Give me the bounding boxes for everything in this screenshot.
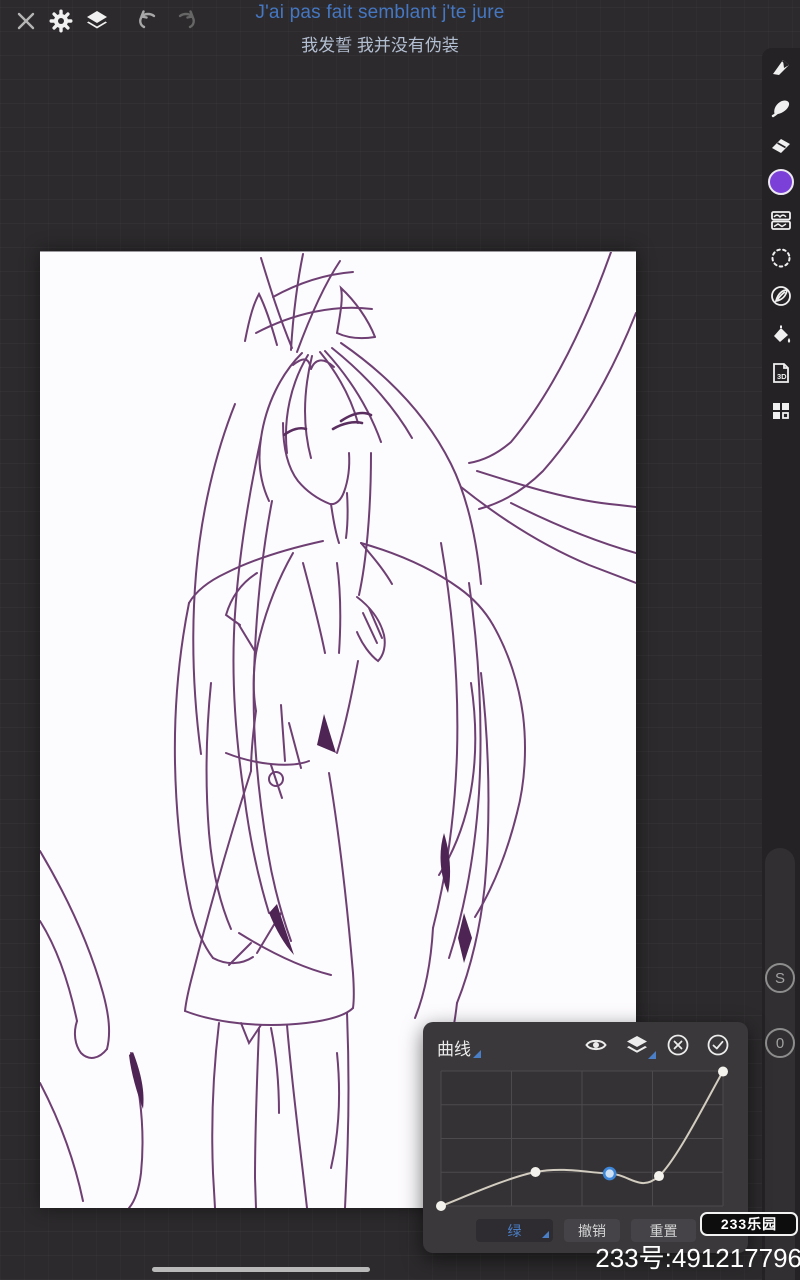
stabilizer-button[interactable]: S bbox=[765, 963, 795, 993]
opacity-label: 0 bbox=[775, 1034, 785, 1052]
3d-tool[interactable]: 3D bbox=[762, 358, 800, 388]
stabilizer-label: S bbox=[774, 969, 785, 987]
layer-dropdown-icon bbox=[648, 1051, 656, 1059]
curve-graph[interactable] bbox=[436, 1066, 728, 1211]
opacity-button[interactable]: 0 bbox=[765, 1028, 795, 1058]
confirm-icon[interactable] bbox=[706, 1033, 730, 1057]
layer-target-icon[interactable] bbox=[625, 1033, 649, 1057]
watermark-badge: 233乐园 bbox=[700, 1212, 798, 1236]
channel-label: 绿 bbox=[507, 1222, 522, 1239]
vector-tool[interactable] bbox=[762, 281, 800, 311]
lasso-tool[interactable] bbox=[762, 243, 800, 273]
curve-point[interactable] bbox=[718, 1066, 728, 1077]
adjustments-tool[interactable] bbox=[762, 205, 800, 235]
watermark-id-text: 233号:491217796 bbox=[595, 1243, 800, 1273]
curves-panel-title[interactable]: 曲线 bbox=[437, 1035, 471, 1060]
song-title-french: J'ai pas fait semblant j'te jure bbox=[255, 2, 505, 23]
brush-tool[interactable] bbox=[762, 53, 800, 83]
fill-bucket-tool[interactable] bbox=[762, 320, 800, 350]
channel-select-button[interactable]: 绿 bbox=[476, 1219, 553, 1242]
curves-title-dropdown-icon bbox=[473, 1050, 481, 1058]
curve-point-selected[interactable] bbox=[602, 1166, 617, 1181]
home-indicator[interactable] bbox=[152, 1267, 370, 1272]
cancel-icon[interactable] bbox=[666, 1033, 690, 1057]
watermark-badge-text: 233乐园 bbox=[720, 1216, 778, 1232]
tool-sidebar: 3D S 0 bbox=[762, 48, 800, 1280]
svg-text:3D: 3D bbox=[777, 372, 787, 381]
visibility-eye-icon[interactable] bbox=[584, 1033, 608, 1057]
smudge-tool[interactable] bbox=[762, 92, 800, 122]
curve-point[interactable] bbox=[436, 1201, 446, 1211]
song-title-chinese: 我发誓 我并没有伪装 bbox=[301, 36, 459, 55]
curve-point[interactable] bbox=[653, 1171, 664, 1182]
color-swatch[interactable] bbox=[762, 167, 800, 197]
current-color-dot bbox=[768, 169, 794, 195]
channel-dropdown-icon bbox=[542, 1231, 549, 1238]
eraser-tool[interactable] bbox=[762, 130, 800, 160]
curve-point[interactable] bbox=[530, 1166, 541, 1177]
app-screen: J'ai pas fait semblant j'te jure 我发誓 我并没… bbox=[0, 0, 800, 1280]
pixel-grid-tool[interactable] bbox=[762, 396, 800, 426]
